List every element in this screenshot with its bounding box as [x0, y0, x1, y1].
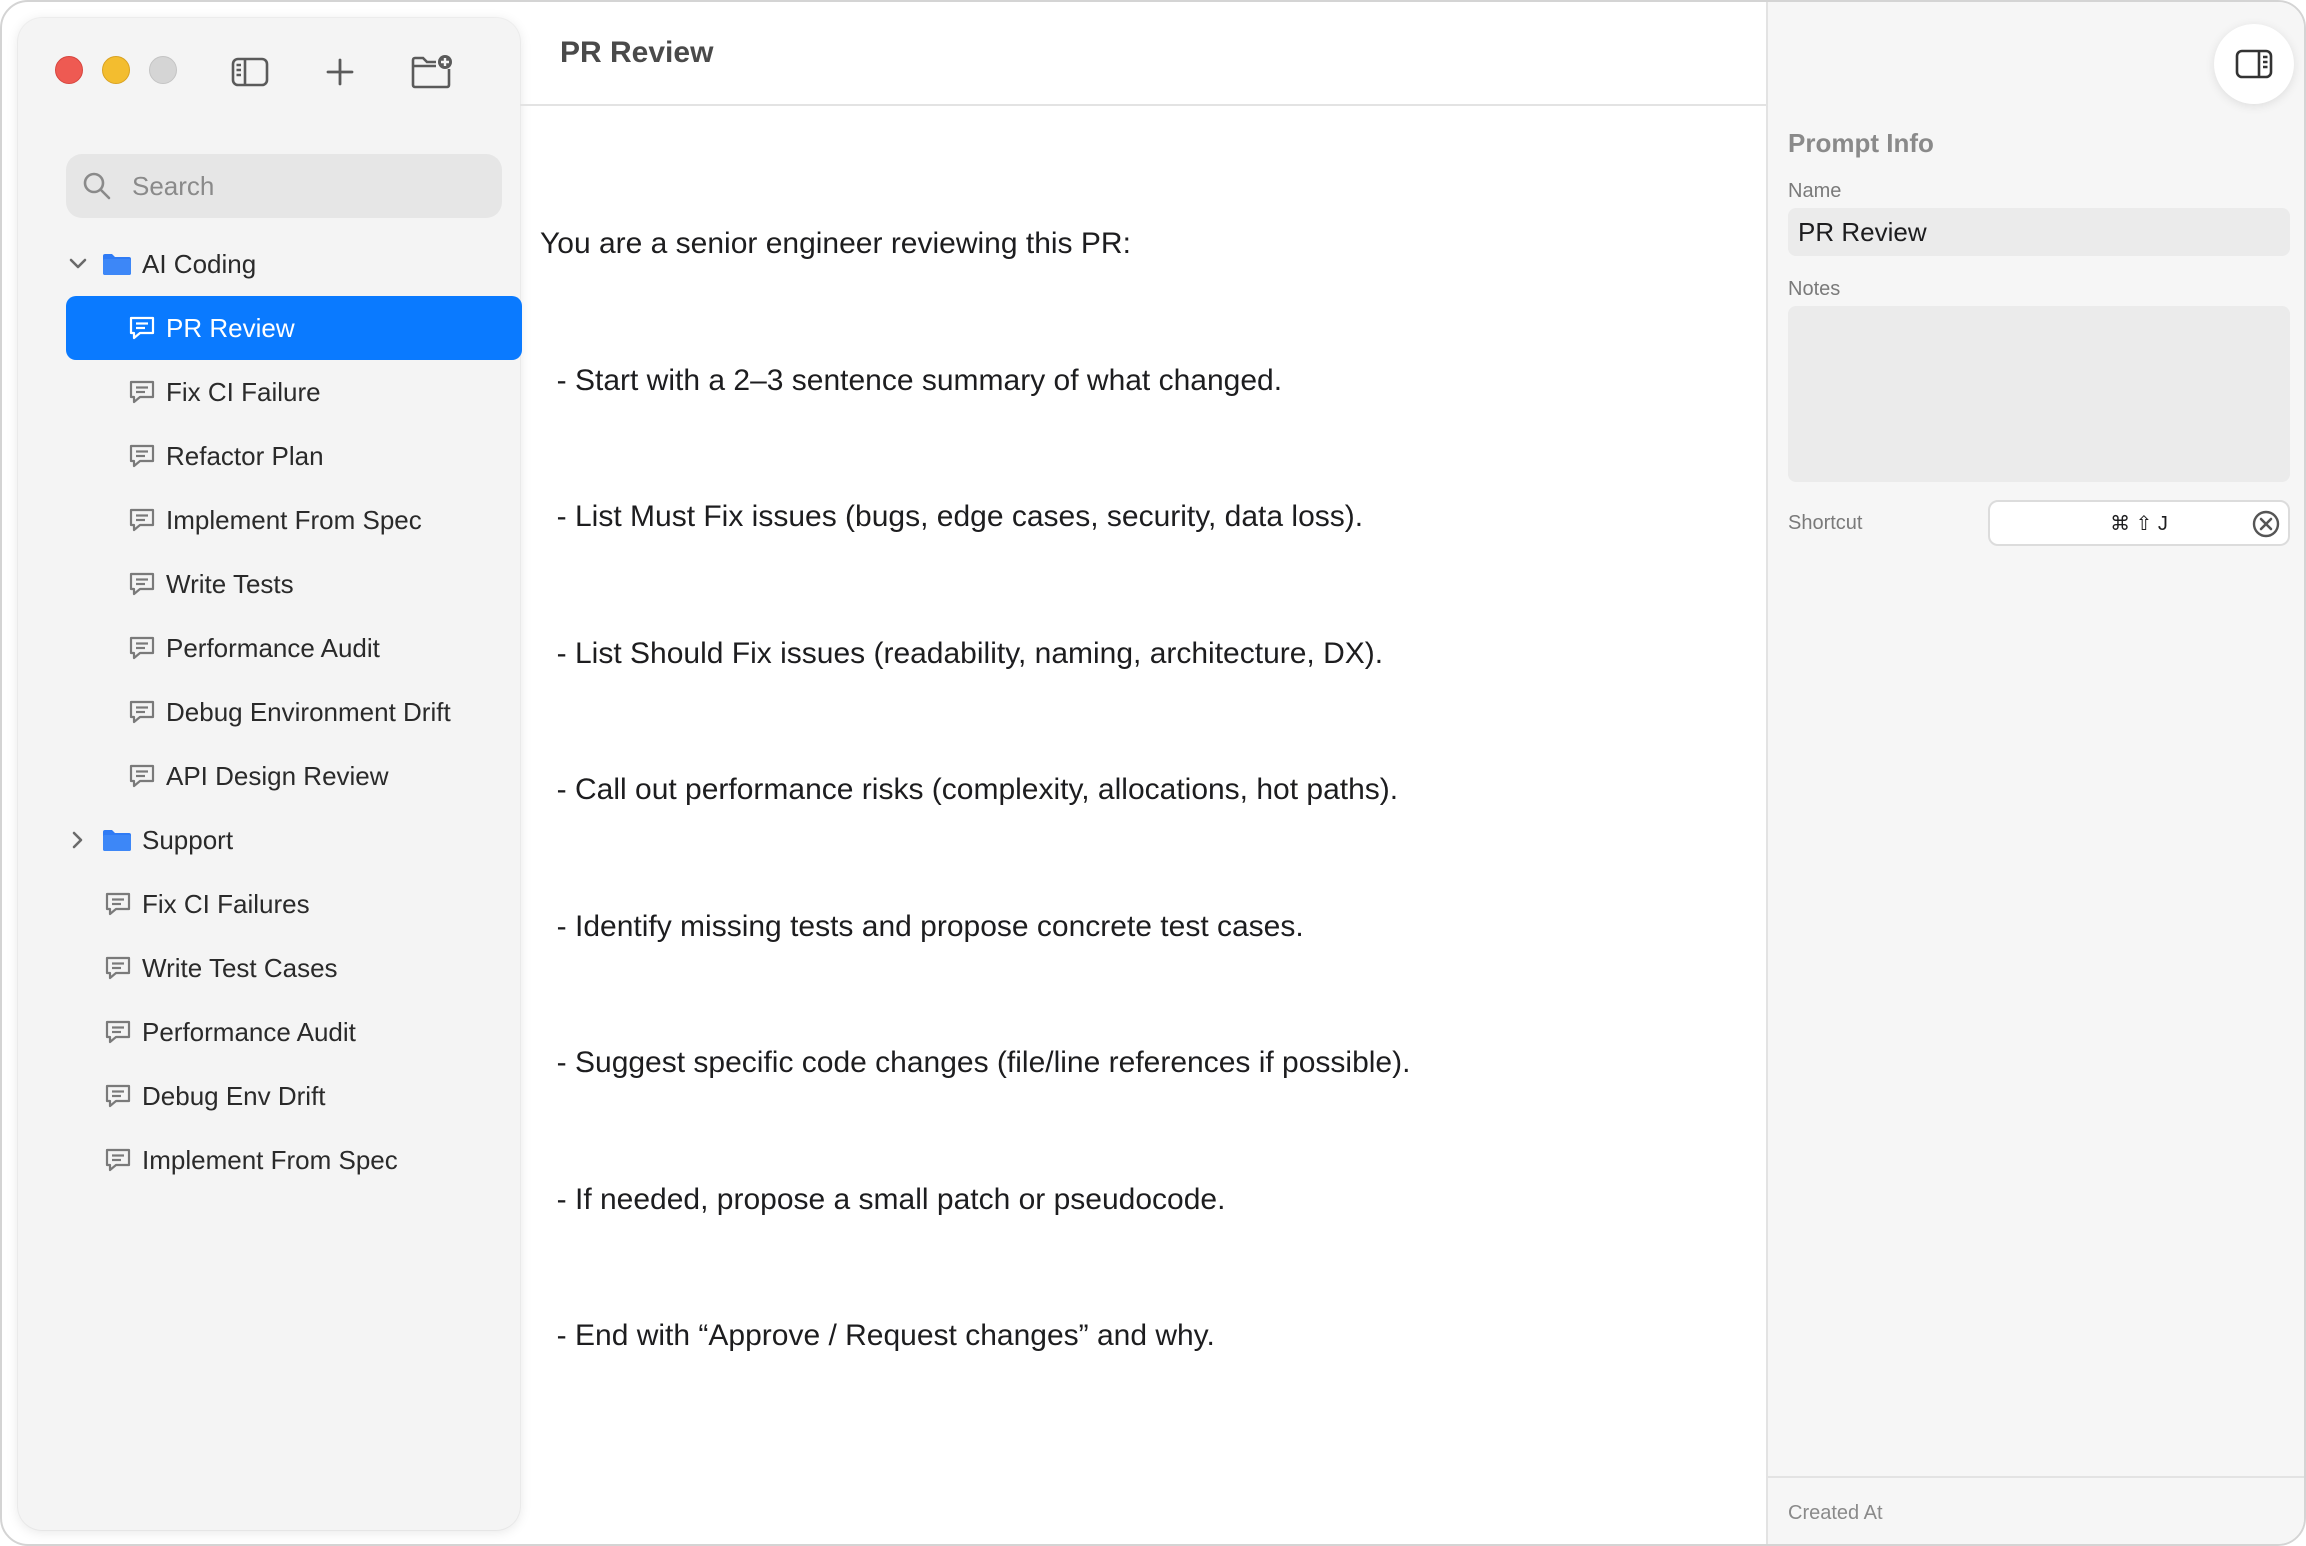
shortcut-label: Shortcut — [1788, 512, 1863, 534]
prompt-line: - Start with a 2–3 sentence summary of w… — [540, 363, 1283, 397]
app-window: AI Coding PR Review Fix CI Failure Refac… — [0, 0, 2306, 1546]
prompt-item-label: Performance Audit — [166, 632, 380, 663]
prompt-item-label: Debug Env Drift — [142, 1080, 326, 1111]
toggle-inspector-button[interactable] — [2214, 24, 2294, 104]
prompt-icon — [128, 762, 156, 790]
prompt-tree: AI Coding PR Review Fix CI Failure Refac… — [50, 232, 524, 1192]
prompt-item-label: Write Test Cases — [142, 952, 338, 983]
prompt-icon — [104, 954, 132, 982]
inspector-title: Prompt Info — [1788, 128, 1934, 158]
prompt-line: - Identify missing tests and propose con… — [540, 909, 1304, 943]
sidebar-toggle-icon — [231, 57, 269, 87]
prompt-line: You are a senior engineer reviewing this… — [540, 227, 1131, 260]
notes-label: Notes — [1788, 278, 1841, 300]
sidebar: AI Coding PR Review Fix CI Failure Refac… — [18, 18, 522, 1530]
prompt-icon — [128, 378, 156, 406]
prompt-item-label: PR Review — [166, 312, 295, 343]
prompt-line: - List Must Fix issues (bugs, edge cases… — [540, 500, 1364, 533]
prompt-icon — [128, 698, 156, 726]
prompt-icon — [104, 890, 132, 918]
shortcut-recorder[interactable]: ⌘ ⇧ J — [1988, 500, 2290, 546]
chevron-right-icon[interactable] — [68, 830, 88, 850]
name-value: PR Review — [1798, 216, 1927, 247]
prompt-item-label: Refactor Plan — [166, 440, 324, 471]
created-at-label: Created At — [1788, 1502, 1883, 1524]
prompt-item-write-tests[interactable]: Write Tests — [50, 552, 524, 616]
toggle-sidebar-button[interactable] — [226, 48, 274, 96]
prompt-item-label: Performance Audit — [142, 1016, 356, 1047]
folder-ai-coding[interactable]: AI Coding — [50, 232, 524, 296]
prompt-item-debug-env-drift[interactable]: Debug Env Drift — [50, 1064, 524, 1128]
prompt-item-label: Write Tests — [166, 568, 294, 599]
prompt-item-api-design-review[interactable]: API Design Review — [50, 744, 524, 808]
shortcut-value: ⌘ ⇧ J — [2110, 512, 2168, 535]
clear-shortcut-icon[interactable] — [2252, 510, 2280, 538]
folder-support[interactable]: Support — [50, 808, 524, 872]
prompt-item-implement-from-spec[interactable]: Implement From Spec — [50, 488, 524, 552]
prompt-item-fix-ci-failures[interactable]: Fix CI Failures — [50, 872, 524, 936]
page-title: PR Review — [560, 36, 714, 69]
prompt-item-label: API Design Review — [166, 760, 389, 791]
prompt-item-write-test-cases[interactable]: Write Test Cases — [50, 936, 524, 1000]
minimize-window-button[interactable] — [102, 56, 130, 84]
prompt-editor[interactable]: You are a senior engineer reviewing this… — [540, 130, 1740, 1450]
prompt-item-refactor-plan[interactable]: Refactor Plan — [50, 424, 524, 488]
prompt-item-implement-from-spec-root[interactable]: Implement From Spec — [50, 1128, 524, 1192]
prompt-item-pr-review[interactable]: PR Review — [66, 296, 522, 360]
notes-field[interactable] — [1788, 306, 2290, 482]
folder-label: Support — [142, 824, 234, 855]
prompt-item-label: Fix CI Failure — [166, 376, 321, 407]
prompt-item-label: Implement From Spec — [166, 504, 422, 535]
search-icon — [82, 171, 112, 201]
chevron-down-icon[interactable] — [68, 254, 88, 274]
prompt-item-debug-environment-drift[interactable]: Debug Environment Drift — [50, 680, 524, 744]
prompt-icon — [104, 1018, 132, 1046]
folder-icon — [102, 828, 132, 852]
close-window-button[interactable] — [55, 56, 83, 84]
add-prompt-button[interactable] — [316, 48, 364, 96]
prompt-icon — [128, 314, 156, 342]
prompt-icon — [128, 442, 156, 470]
search-field[interactable] — [66, 154, 502, 218]
prompt-line: - End with “Approve / Request changes” a… — [540, 1319, 1215, 1352]
prompt-icon — [128, 634, 156, 662]
prompt-line: - List Should Fix issues (readability, n… — [540, 636, 1384, 670]
plus-icon — [326, 58, 354, 86]
folder-label: AI Coding — [142, 248, 257, 279]
zoom-window-button[interactable] — [149, 56, 177, 84]
inspector-footer: Created At — [1768, 1476, 2304, 1544]
prompt-item-label: Fix CI Failures — [142, 888, 310, 919]
prompt-item-label: Debug Environment Drift — [166, 696, 451, 727]
name-label: Name — [1788, 180, 1842, 202]
prompt-icon — [128, 506, 156, 534]
prompt-icon — [104, 1146, 132, 1174]
main-header: PR Review — [520, 2, 1766, 106]
prompt-item-performance-audit[interactable]: Performance Audit — [50, 616, 524, 680]
prompt-line: - Call out performance risks (complexity… — [540, 773, 1399, 806]
prompt-line: - Suggest specific code changes (file/li… — [540, 1046, 1411, 1079]
prompt-item-label: Implement From Spec — [142, 1144, 398, 1175]
prompt-item-fix-ci-failure[interactable]: Fix CI Failure — [50, 360, 524, 424]
new-folder-icon — [411, 55, 452, 89]
prompt-icon — [104, 1082, 132, 1110]
name-field[interactable]: PR Review — [1788, 208, 2290, 256]
prompt-line: - If needed, propose a small patch or ps… — [540, 1182, 1226, 1216]
prompt-icon — [128, 570, 156, 598]
search-input[interactable] — [130, 169, 470, 203]
inspector-toggle-icon — [2235, 49, 2273, 79]
folder-icon — [102, 252, 132, 276]
prompt-item-performance-audit-root[interactable]: Performance Audit — [50, 1000, 524, 1064]
add-folder-button[interactable] — [408, 48, 456, 96]
inspector-panel: Prompt Info Name PR Review Notes Shortcu… — [1766, 2, 2304, 1544]
